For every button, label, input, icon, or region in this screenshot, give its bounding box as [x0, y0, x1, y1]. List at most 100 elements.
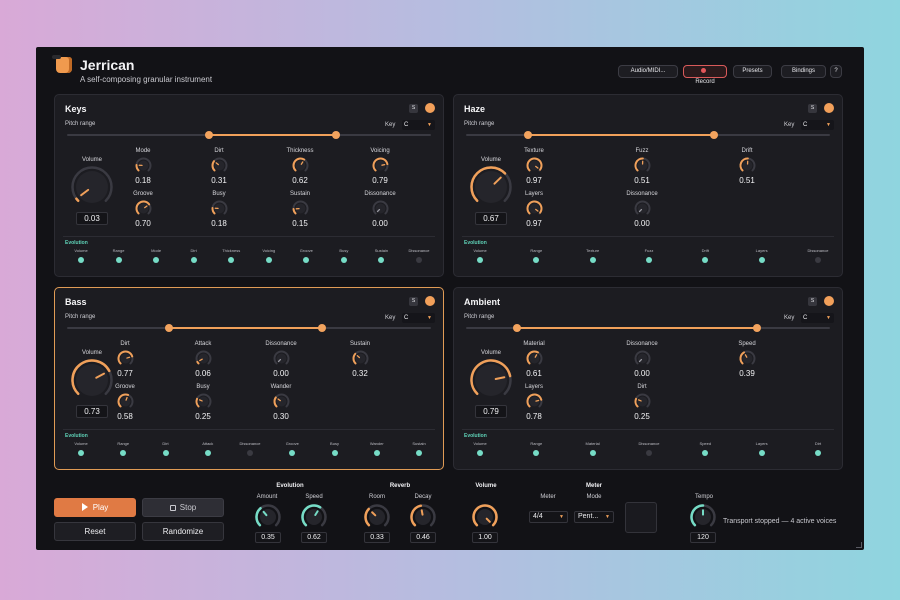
key-select[interactable]: C ▼: [402, 120, 435, 130]
reverb-decay-knob[interactable]: [410, 504, 436, 530]
evolution-toggle-dot[interactable]: [340, 257, 347, 263]
knob[interactable]: [135, 157, 152, 174]
evolution-toggle-dot[interactable]: [815, 257, 821, 263]
evolution-toggle-dot[interactable]: [331, 450, 338, 456]
knob[interactable]: [526, 157, 543, 174]
evolution-toggle-dot[interactable]: [289, 450, 296, 456]
evolution-toggle-dot[interactable]: [115, 257, 122, 263]
evolution-toggle-sustain[interactable]: Sustain: [361, 248, 401, 263]
evolution-toggle-dot[interactable]: [228, 257, 235, 263]
key-select[interactable]: C ▼: [402, 313, 435, 323]
evolution-toggle-dot[interactable]: [416, 450, 422, 456]
evolution-toggle-volume[interactable]: Volume: [460, 248, 500, 263]
play-button[interactable]: Play: [54, 498, 136, 517]
panel-ambient[interactable]: Ambient S Pitch range Key C ▼ Volume 0.79…: [453, 287, 843, 470]
pitch-range-high-handle[interactable]: [753, 324, 762, 332]
record-button[interactable]: Record: [683, 65, 727, 85]
power-toggle-icon[interactable]: [824, 103, 834, 113]
evolution-toggle-layers[interactable]: Layers: [742, 248, 782, 263]
knob[interactable]: [292, 200, 309, 217]
evolution-toggle-dot[interactable]: [78, 257, 84, 263]
evolution-toggle-dot[interactable]: [373, 450, 380, 456]
evolution-toggle-dot[interactable]: [533, 450, 540, 456]
presets-button[interactable]: Presets: [733, 65, 772, 78]
evolution-toggle-dissonance[interactable]: Dissonance: [798, 248, 838, 263]
evolution-toggle-dot[interactable]: [758, 450, 765, 456]
pitch-range-low-handle[interactable]: [512, 324, 521, 332]
solo-button[interactable]: S: [409, 297, 418, 306]
randomize-button[interactable]: Randomize: [142, 522, 224, 541]
meter-select[interactable]: 4/4 ▼: [529, 511, 568, 523]
knob[interactable]: [195, 350, 212, 367]
knob[interactable]: [372, 200, 389, 217]
key-select[interactable]: C ▼: [801, 120, 834, 130]
evolution-toggle-layers[interactable]: Layers: [742, 441, 782, 456]
evolution-toggle-dot[interactable]: [702, 257, 709, 263]
evolution-toggle-dot[interactable]: [204, 450, 211, 456]
evolution-toggle-dot[interactable]: [533, 257, 540, 263]
solo-button[interactable]: S: [808, 297, 817, 306]
evolution-toggle-busy[interactable]: Busy: [315, 441, 355, 456]
evolution-toggle-dirt[interactable]: Dirt: [174, 248, 214, 263]
power-toggle-icon[interactable]: [425, 296, 435, 306]
power-toggle-icon[interactable]: [425, 103, 435, 113]
evolution-toggle-fuzz[interactable]: Fuzz: [629, 248, 669, 263]
evolution-toggle-dot[interactable]: [646, 450, 652, 456]
evolution-toggle-dot[interactable]: [265, 257, 272, 263]
pitch-range-slider[interactable]: [466, 324, 830, 332]
knob[interactable]: [634, 157, 651, 174]
evolution-toggle-range[interactable]: Range: [103, 441, 143, 456]
panel-haze[interactable]: Haze S Pitch range Key C ▼ Volume 0.67 Ev…: [453, 94, 843, 277]
evolution-toggle-voicing[interactable]: Voicing: [249, 248, 289, 263]
pitch-range-slider[interactable]: [67, 131, 431, 139]
knob[interactable]: [117, 393, 134, 410]
evolution-toggle-material[interactable]: Material: [573, 441, 613, 456]
evolution-toggle-dot[interactable]: [589, 257, 596, 263]
mode-select[interactable]: Pent... ▼: [574, 511, 614, 523]
evolution-toggle-volume[interactable]: Volume: [61, 441, 101, 456]
master-volume-knob[interactable]: [472, 504, 498, 530]
evolution-speed-knob[interactable]: [301, 504, 327, 530]
tempo-knob[interactable]: [690, 504, 716, 530]
pitch-range-high-handle[interactable]: [709, 131, 718, 139]
evolution-toggle-range[interactable]: Range: [516, 441, 556, 456]
pitch-range-high-handle[interactable]: [317, 324, 326, 332]
evolution-toggle-sustain[interactable]: Sustain: [399, 441, 439, 456]
evolution-toggle-volume[interactable]: Volume: [460, 441, 500, 456]
knob[interactable]: [739, 350, 756, 367]
evolution-toggle-dot[interactable]: [589, 450, 596, 456]
knob[interactable]: [135, 200, 152, 217]
evolution-toggle-speed[interactable]: Speed: [685, 441, 725, 456]
solo-button[interactable]: S: [409, 104, 418, 113]
knob[interactable]: [273, 393, 290, 410]
evolution-toggle-dot[interactable]: [646, 257, 652, 263]
knob[interactable]: [739, 157, 756, 174]
knob[interactable]: [634, 200, 651, 217]
knob[interactable]: [211, 200, 228, 217]
pitch-range-low-handle[interactable]: [164, 324, 173, 332]
panel-bass[interactable]: Bass S Pitch range Key C ▼ Volume 0.73 Ev…: [54, 287, 444, 470]
evolution-toggle-dissonance[interactable]: Dissonance: [629, 441, 669, 456]
evolution-toggle-dot[interactable]: [815, 450, 821, 456]
knob[interactable]: [352, 350, 369, 367]
evolution-toggle-dot[interactable]: [162, 450, 169, 456]
evolution-toggle-busy[interactable]: Busy: [324, 248, 364, 263]
pitch-range-slider[interactable]: [466, 131, 830, 139]
bindings-button[interactable]: Bindings: [781, 65, 826, 78]
evolution-toggle-dot[interactable]: [120, 450, 127, 456]
knob[interactable]: [195, 393, 212, 410]
help-button[interactable]: ?: [830, 65, 842, 78]
evolution-toggle-dot[interactable]: [702, 450, 709, 456]
pitch-range-low-handle[interactable]: [523, 131, 532, 139]
evolution-toggle-dissonance[interactable]: Dissonance: [230, 441, 270, 456]
volume-knob[interactable]: [71, 166, 113, 208]
knob[interactable]: [273, 350, 290, 367]
evolution-toggle-range[interactable]: Range: [516, 248, 556, 263]
evolution-toggle-dissonance[interactable]: Dissonance: [399, 248, 439, 263]
evolution-toggle-dot[interactable]: [477, 257, 483, 263]
evolution-toggle-dot[interactable]: [758, 257, 765, 263]
knob[interactable]: [292, 157, 309, 174]
evolution-amount-knob[interactable]: [255, 504, 281, 530]
knob[interactable]: [372, 157, 389, 174]
evolution-toggle-wander[interactable]: Wander: [357, 441, 397, 456]
